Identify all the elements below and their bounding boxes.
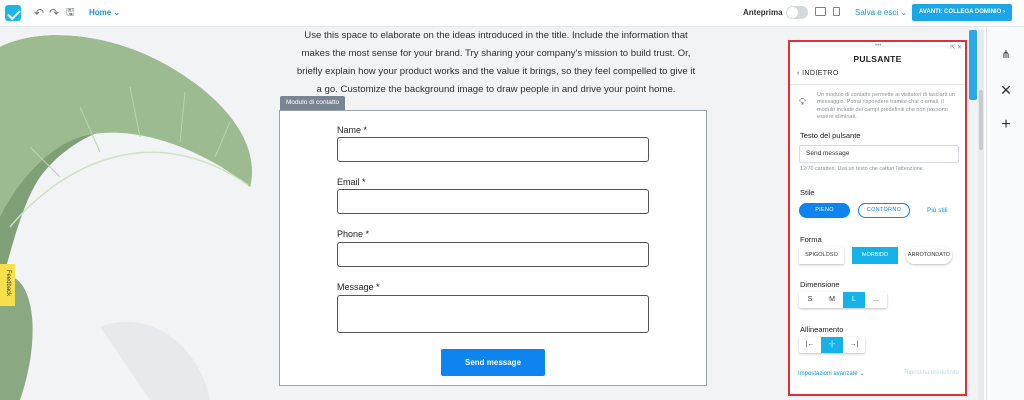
more-styles-link[interactable]: Più stili <box>927 207 948 214</box>
save-disk-icon[interactable]: 🖫 <box>66 6 75 20</box>
button-text-label: Testo del pulsante <box>800 131 861 140</box>
divider <box>790 84 965 85</box>
back-button[interactable]: ‹ INDIETRO <box>797 70 839 77</box>
panel-window-controls: ⇱ ✕ <box>950 44 962 51</box>
undo-icon[interactable]: ↶ <box>34 6 44 20</box>
size-label: Dimensione <box>800 280 840 289</box>
alignment-label: Allineamento <box>800 325 844 334</box>
shape-rounded-option[interactable]: ARROTONDATO <box>906 247 952 264</box>
feedback-tab[interactable]: Feedback <box>0 264 15 306</box>
top-toolbar: ↶ ↷ 🖫 Home ⌄ Anteprima Salva e esci ⌄ AV… <box>0 0 1024 27</box>
shape-sharp-option[interactable]: SPIGOLOSO <box>799 247 844 264</box>
page-selector[interactable]: Home ⌄ <box>89 8 120 17</box>
contact-form[interactable]: Name * Email * Phone * Message * Send me… <box>279 110 707 386</box>
email-field[interactable] <box>337 189 649 214</box>
button-text-input[interactable]: Send message <box>799 145 959 163</box>
size-s-option[interactable]: S <box>799 292 821 308</box>
close-panel-icon[interactable]: ✕ <box>957 45 962 51</box>
next-button-label: AVANTI: COLLEGA DOMINIO <box>919 9 1002 15</box>
size-selector: S M L ... <box>799 292 887 308</box>
scrollbar-thumb[interactable] <box>979 90 983 150</box>
reset-default-link[interactable]: Ripristina predefinito <box>904 370 959 376</box>
feedback-label: Feedback <box>5 269 11 297</box>
name-field[interactable] <box>337 137 649 162</box>
hero-paragraph[interactable]: Use this space to elaborate on the ideas… <box>296 27 696 99</box>
size-m-option[interactable]: M <box>821 292 843 308</box>
panel-title: PULSANTE <box>853 54 902 64</box>
save-exit-button[interactable]: Salva e esci ⌄ <box>855 8 907 17</box>
shape-soft-option[interactable]: MORBIDO <box>852 247 898 264</box>
style-label: Stile <box>800 188 815 197</box>
size-l-option[interactable]: L <box>843 292 865 308</box>
sitemap-icon[interactable]: ⋔ <box>994 43 1018 67</box>
back-label: INDIETRO <box>802 70 839 77</box>
save-exit-label: Salva e esci <box>855 8 899 17</box>
chevron-right-icon: › <box>1002 9 1005 15</box>
align-left-option[interactable]: |← <box>799 337 821 353</box>
next-connect-domain-button[interactable]: AVANTI: COLLEGA DOMINIO › <box>912 4 1012 21</box>
style-filled-option[interactable]: PIENO <box>799 203 850 218</box>
section-toolbar-strip[interactable] <box>969 30 977 100</box>
panel-info-text: Un modulo di contatto permette ai visita… <box>817 92 955 121</box>
chevron-down-icon: ⌄ <box>900 8 908 17</box>
advanced-settings-link[interactable]: Impostazioni avanzate ⌄ <box>798 370 864 377</box>
lightbulb-icon: 💡︎ <box>799 97 806 108</box>
size-more-option[interactable]: ... <box>865 292 887 308</box>
shape-label: Forma <box>800 235 822 244</box>
align-center-option[interactable]: -|- <box>821 337 843 353</box>
drag-handle-icon[interactable]: ••• <box>875 43 881 49</box>
chevron-down-icon: ⌄ <box>859 371 865 377</box>
phone-label: Phone * <box>337 229 370 239</box>
email-label: Email * <box>337 177 366 187</box>
page-selector-label: Home <box>89 8 112 17</box>
message-label: Message * <box>337 282 380 292</box>
button-settings-panel: ••• ⇱ ✕ PULSANTE ‹ INDIETRO 💡︎ Un modulo… <box>788 40 967 396</box>
phone-field[interactable] <box>337 242 649 267</box>
pin-icon[interactable]: ⇱ <box>950 45 955 51</box>
send-message-button[interactable]: Send message <box>441 349 545 376</box>
message-field[interactable] <box>337 295 649 333</box>
style-outline-option[interactable]: CONTORNO <box>858 203 910 218</box>
add-icon[interactable]: + <box>994 113 1018 137</box>
close-icon[interactable]: ✕ <box>994 78 1018 102</box>
name-label: Name * <box>337 125 368 135</box>
desktop-icon[interactable] <box>815 7 826 16</box>
preview-label: Anteprima <box>743 8 783 17</box>
contact-form-tag[interactable]: Modulo di contatto <box>280 96 346 110</box>
app-logo-icon[interactable] <box>5 5 21 21</box>
preview-toggle[interactable] <box>786 6 808 19</box>
char-count-hint: 12/70 caratteri. Usa un testo che cattur… <box>800 166 925 172</box>
redo-icon[interactable]: ↷ <box>49 6 59 20</box>
canvas-scrollbar[interactable] <box>978 30 984 400</box>
mobile-icon[interactable] <box>833 7 840 16</box>
advanced-settings-label: Impostazioni avanzate <box>798 371 858 377</box>
right-rail: ⋔ ✕ + <box>986 27 1024 400</box>
leaf-background-image <box>0 35 252 400</box>
alignment-selector: |← -|- →| <box>799 337 865 353</box>
align-right-option[interactable]: →| <box>843 337 865 353</box>
chevron-down-icon: ⌄ <box>113 8 121 17</box>
